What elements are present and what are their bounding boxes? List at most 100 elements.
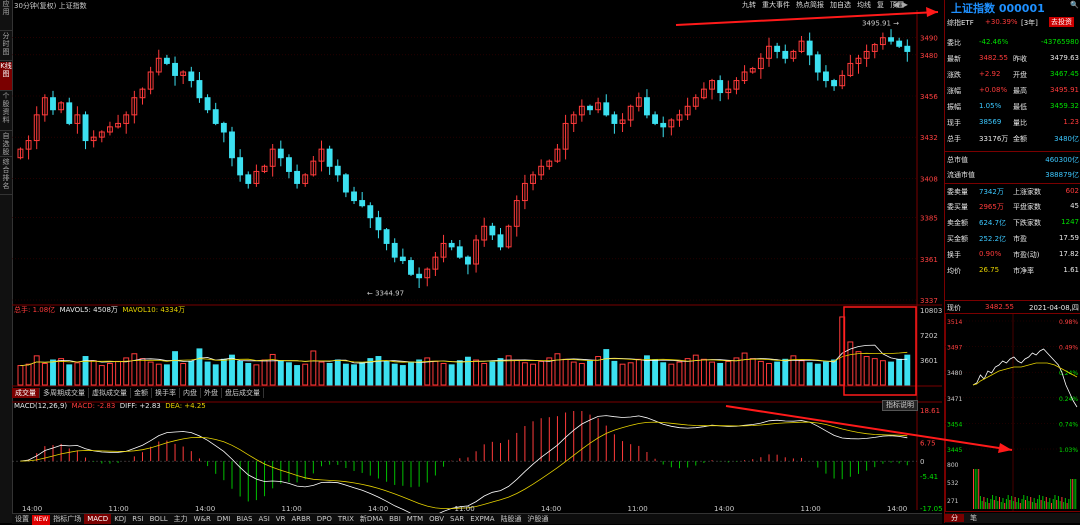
volume-tab-5[interactable]: 内盘 <box>180 388 201 398</box>
volume-tab-0[interactable]: 成交量 <box>12 388 40 398</box>
volume-bar <box>311 351 316 385</box>
mini-price-tick: 3454 <box>947 421 962 428</box>
volume-tick-label: 7202 <box>920 332 938 340</box>
volume-bar <box>718 363 723 385</box>
quote-value-2: 17.82 <box>1059 250 1079 258</box>
candle <box>661 123 666 126</box>
quote-row: 委比-42.46%-43765980 <box>945 35 1080 49</box>
candle <box>832 81 837 86</box>
volume-bar <box>181 363 186 385</box>
time-tick-label: 14:00 <box>887 505 907 513</box>
volume-bar <box>628 363 633 385</box>
toolbar-item-0[interactable]: 九转 <box>742 1 756 9</box>
quote-value-2: 3459.32 <box>1050 102 1079 110</box>
quote-label: 换手 <box>947 250 961 260</box>
kline-chart-area[interactable]: 34903480345634323408338533613337 3495.91… <box>12 10 942 513</box>
time-tick-label: 14:00 <box>541 505 561 513</box>
volume-tab-7[interactable]: 盘后成交量 <box>222 388 264 398</box>
price-tick-label: 3361 <box>920 256 938 264</box>
quote-value-2: 45 <box>1070 202 1079 210</box>
candle <box>775 46 780 51</box>
macd-tick-label: -17.05 <box>920 505 942 513</box>
indicator-tab-1[interactable]: NEW <box>32 515 50 525</box>
left-tab-0[interactable]: 应用 <box>0 0 12 31</box>
volume-bar <box>384 361 389 385</box>
toolbar-item-1[interactable]: 重大事件 <box>762 1 790 9</box>
mini-volume-bar <box>982 501 983 509</box>
mini-volume-bar <box>1074 479 1075 509</box>
toolbar-item-5[interactable]: 复 <box>877 1 884 9</box>
etf-row[interactable]: 综指ETF +30.39% [3年] 去投资 <box>945 15 1080 29</box>
mini-volume-bar <box>1016 502 1017 509</box>
volume-bar <box>335 360 340 385</box>
left-tab-2[interactable]: K线图 <box>0 62 12 91</box>
volume-bar <box>441 363 446 385</box>
volume-bar <box>189 361 194 385</box>
toolbar-item-4[interactable]: 均线 <box>857 1 871 9</box>
macd-value: MACD: -2.83 <box>72 402 116 410</box>
volume-tab-3[interactable]: 金额 <box>131 388 152 398</box>
mini-tab-1[interactable]: 笔 <box>964 514 983 522</box>
quote-value: +2.92 <box>979 70 1000 78</box>
mini-volume-bar <box>1022 499 1023 509</box>
mini-chart-tabs: 分笔 <box>945 513 1080 523</box>
quote-row: 卖金额624.7亿下跌家数1247 <box>945 215 1080 229</box>
quote-value: 7342万 <box>979 187 1004 197</box>
time-tick-label: 14:00 <box>195 505 215 513</box>
mini-volume-bar <box>1028 501 1029 509</box>
left-tab-4[interactable]: 自选股 <box>0 132 12 157</box>
security-title: 上证指数 000001 <box>951 0 1045 16</box>
left-tab-1[interactable]: 分时图 <box>0 32 12 61</box>
invest-button[interactable]: 去投资 <box>1049 17 1074 27</box>
volume-bar <box>864 357 869 385</box>
candle <box>278 149 283 158</box>
quote-row: 涨幅+0.08%最高3495.91 <box>945 83 1080 97</box>
volume-bar <box>474 360 479 385</box>
toolbar-item-2[interactable]: 热点简报 <box>796 1 824 9</box>
search-icon[interactable]: 🔍 <box>1070 1 1079 9</box>
mini-vol-tick: 271 <box>947 498 959 505</box>
candle <box>824 72 829 81</box>
volume-bar <box>392 364 397 385</box>
volume-bar <box>352 365 357 385</box>
candle <box>490 226 495 235</box>
indicator-description-button[interactable]: 指标说明 <box>882 400 918 411</box>
volume-tab-2[interactable]: 虚拟成交量 <box>89 388 131 398</box>
etf-label: 综指ETF <box>947 18 974 28</box>
volume-bar <box>327 363 332 385</box>
mini-price-tick: 3497 <box>947 345 962 352</box>
quote-label-2: 下跌家数 <box>1013 218 1041 228</box>
volume-bar <box>270 354 275 385</box>
toolbar-item-3[interactable]: 加自选 <box>830 1 851 9</box>
price-tick-label: 3480 <box>920 52 938 60</box>
scroll-left-icon[interactable]: ◀ <box>893 0 899 9</box>
volume-bar <box>555 354 560 385</box>
time-tick-label: 11:00 <box>455 505 475 513</box>
volume-bar <box>490 362 495 385</box>
volume-bar <box>99 366 104 385</box>
mini-tab-0[interactable]: 分 <box>945 514 964 522</box>
mini-pct-tick: 1.03% <box>1059 447 1078 454</box>
left-tab-5[interactable]: 综合排名 <box>0 158 12 195</box>
volume-bar <box>457 361 462 385</box>
volume-bar <box>522 363 527 385</box>
candle <box>653 115 658 124</box>
volume-bar <box>742 353 747 385</box>
left-tab-3[interactable]: 个股资料 <box>0 92 12 131</box>
mini-chart-header: 现价 3482.55 2021-04-08,四 <box>945 300 1080 313</box>
scroll-right-icon[interactable]: ▶ <box>902 0 908 9</box>
quote-label-2: 市盈(动) <box>1013 250 1039 260</box>
volume-tab-1[interactable]: 多周期成交量 <box>40 388 89 398</box>
intraday-minichart[interactable]: 35140.98%34970.49%34800.24%34710.24%3454… <box>945 313 1080 513</box>
candle <box>51 98 56 110</box>
quote-label-2: 昨收 <box>1013 54 1027 64</box>
volume-bar <box>889 362 894 385</box>
volume-tab-4[interactable]: 换手率 <box>152 388 180 398</box>
volume-tab-6[interactable]: 外盘 <box>201 388 222 398</box>
window-controls[interactable]: ◀ ▶ <box>893 0 908 9</box>
diff-value: DIFF: +2.83 <box>120 402 161 410</box>
volume-bar <box>262 360 267 385</box>
indicator-tab-bar: 设置NEW指标广场MACDKDJRSIBOLL主力W&RDMIBIASASIVR… <box>12 513 942 524</box>
candle <box>588 106 593 109</box>
price-tick-label: 3432 <box>920 134 938 142</box>
